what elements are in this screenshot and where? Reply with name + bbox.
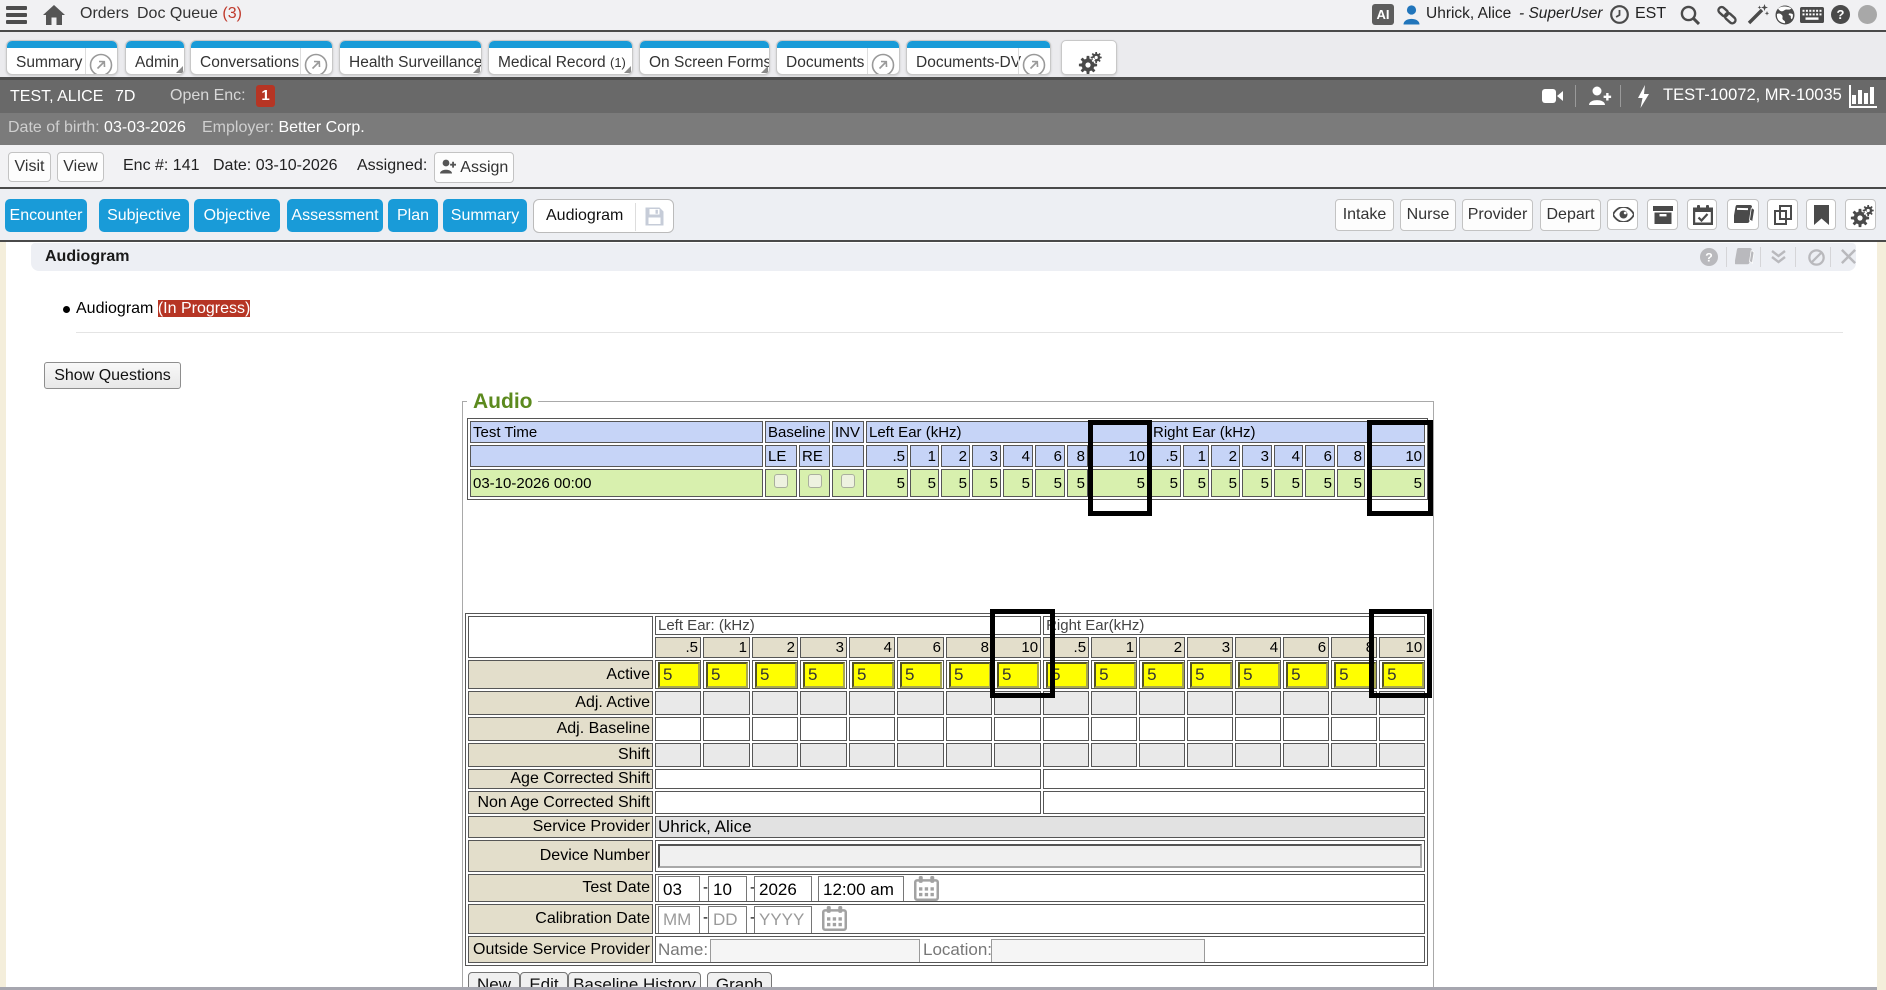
svg-text:?: ? xyxy=(1837,7,1845,22)
svg-text:?: ? xyxy=(1705,250,1713,264)
